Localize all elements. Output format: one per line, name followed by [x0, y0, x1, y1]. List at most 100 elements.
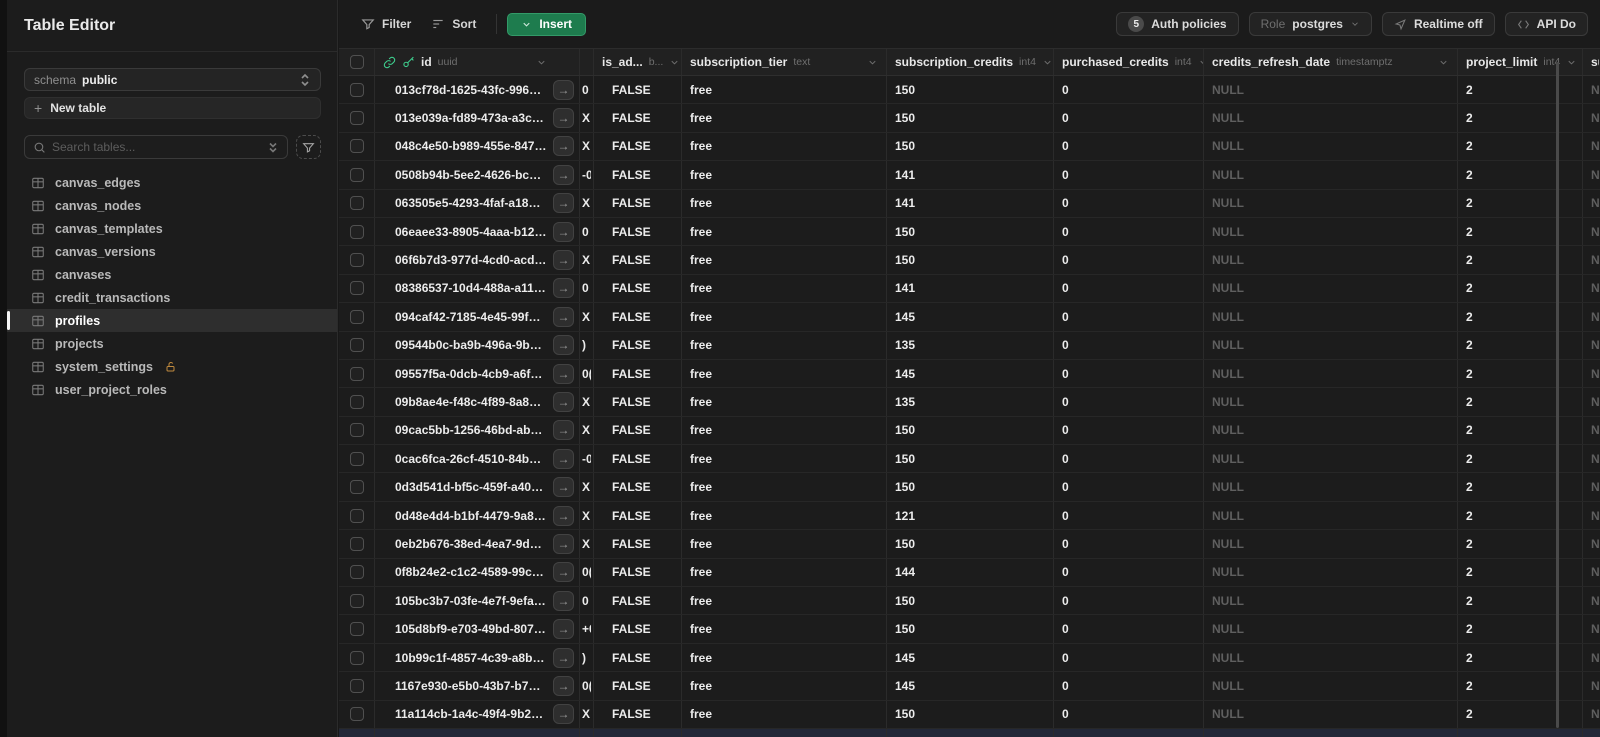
cell-project-limit[interactable]: 2: [1466, 423, 1473, 437]
cell-project-limit[interactable]: 2: [1466, 395, 1473, 409]
row-checkbox[interactable]: [349, 394, 364, 409]
cell-clipped-su[interactable]: NULL: [1591, 651, 1599, 665]
cell-subscription-tier[interactable]: free: [690, 111, 712, 125]
expand-row-button[interactable]: →: [553, 533, 574, 554]
expand-row-button[interactable]: →: [553, 647, 574, 668]
cell-credits-refresh-date[interactable]: NULL: [1212, 509, 1244, 523]
expand-row-button[interactable]: →: [553, 619, 574, 640]
expand-row-button[interactable]: →: [553, 221, 574, 242]
cell-clipped-su[interactable]: NULL: [1591, 83, 1599, 97]
cell-subscription-credits[interactable]: 150: [895, 225, 915, 239]
cell-project-limit[interactable]: 2: [1466, 509, 1473, 523]
auth-policies-button[interactable]: 5 Auth policies: [1116, 12, 1239, 36]
row-checkbox[interactable]: [349, 593, 364, 608]
expand-row-button[interactable]: →: [553, 335, 574, 356]
cell-id[interactable]: 11a114cb-1a4c-49f4-9b28-52219ec...: [395, 707, 547, 721]
sidebar-table-item[interactable]: system_settings: [7, 355, 337, 378]
cell-id[interactable]: 09557f5a-0dcb-4cb9-a6fb-fff366...: [395, 367, 547, 381]
cell-is-admin[interactable]: FALSE: [612, 111, 651, 125]
chevron-down-icon[interactable]: [1438, 57, 1449, 68]
sidebar-table-item[interactable]: canvas_nodes: [7, 194, 337, 217]
cell-clipped-su[interactable]: NULL: [1591, 196, 1599, 210]
cell-subscription-tier[interactable]: free: [690, 367, 712, 381]
cell-subscription-tier[interactable]: free: [690, 622, 712, 636]
cell-id[interactable]: 0d48e4d4-b1bf-4479-9a8b-4a4b...: [395, 509, 547, 523]
column-header-project-limit[interactable]: project_limit int4: [1458, 49, 1583, 75]
cell-purchased-credits[interactable]: 0: [1062, 679, 1069, 693]
cell-clipped[interactable]: X: [582, 509, 590, 523]
cell-purchased-credits[interactable]: 0: [1062, 509, 1069, 523]
cell-clipped-su[interactable]: NULL: [1591, 452, 1599, 466]
cell-id[interactable]: 08386537-10d4-488a-a11e-eb5a6...: [395, 281, 547, 295]
cell-clipped-su[interactable]: NULL: [1591, 423, 1599, 437]
cell-credits-refresh-date[interactable]: NULL: [1212, 139, 1244, 153]
cell-subscription-credits[interactable]: 150: [895, 253, 915, 267]
cell-subscription-credits[interactable]: 150: [895, 83, 915, 97]
filter-tables-button[interactable]: [296, 135, 321, 159]
cell-id[interactable]: 0508b94b-5ee2-4626-bca1-4bca...: [395, 168, 547, 182]
cell-is-admin[interactable]: FALSE: [612, 537, 651, 551]
cell-subscription-tier[interactable]: free: [690, 423, 712, 437]
double-chevron-down-icon[interactable]: [267, 141, 279, 154]
cell-credits-refresh-date[interactable]: NULL: [1212, 480, 1244, 494]
cell-subscription-credits[interactable]: 150: [895, 139, 915, 153]
cell-clipped[interactable]: 0(: [582, 565, 591, 579]
row-checkbox[interactable]: [349, 281, 364, 296]
cell-subscription-tier[interactable]: free: [690, 225, 712, 239]
cell-purchased-credits[interactable]: 0: [1062, 111, 1069, 125]
chevron-down-icon[interactable]: [867, 57, 878, 68]
cell-clipped[interactable]: 0: [582, 594, 589, 608]
cell-clipped[interactable]: ): [582, 338, 586, 352]
cell-clipped-su[interactable]: NULL: [1591, 367, 1599, 381]
cell-id[interactable]: 013cf78d-1625-43fc-9961-442189...: [395, 83, 547, 97]
cell-id[interactable]: 06eaee33-8905-4aaa-b121-ab552...: [395, 225, 547, 239]
cell-clipped[interactable]: -0: [582, 168, 591, 182]
cell-credits-refresh-date[interactable]: NULL: [1212, 537, 1244, 551]
vertical-scrollbar[interactable]: [1556, 62, 1559, 728]
cell-purchased-credits[interactable]: 0: [1062, 651, 1069, 665]
expand-row-button[interactable]: →: [553, 306, 574, 327]
expand-row-button[interactable]: →: [553, 420, 574, 441]
cell-subscription-tier[interactable]: free: [690, 196, 712, 210]
cell-subscription-credits[interactable]: 145: [895, 310, 915, 324]
cell-id[interactable]: 0cac6fca-26cf-4510-84ba-c4580...: [395, 452, 547, 466]
cell-clipped[interactable]: X: [582, 196, 590, 210]
cell-purchased-credits[interactable]: 0: [1062, 367, 1069, 381]
cell-project-limit[interactable]: 2: [1466, 281, 1473, 295]
cell-subscription-credits[interactable]: 150: [895, 707, 915, 721]
row-checkbox[interactable]: [349, 224, 364, 239]
cell-clipped[interactable]: ): [582, 651, 586, 665]
cell-purchased-credits[interactable]: 0: [1062, 83, 1069, 97]
cell-subscription-credits[interactable]: 150: [895, 594, 915, 608]
cell-project-limit[interactable]: 2: [1466, 225, 1473, 239]
expand-row-button[interactable]: →: [553, 590, 574, 611]
cell-clipped-su[interactable]: NULL: [1591, 139, 1599, 153]
column-header-id[interactable]: id uuid: [375, 49, 580, 75]
cell-subscription-credits[interactable]: 150: [895, 480, 915, 494]
cell-clipped[interactable]: +0: [582, 622, 591, 636]
cell-subscription-tier[interactable]: free: [690, 480, 712, 494]
cell-is-admin[interactable]: FALSE: [612, 338, 651, 352]
expand-row-button[interactable]: →: [553, 704, 574, 725]
cell-clipped-su[interactable]: NULL: [1591, 395, 1599, 409]
row-checkbox[interactable]: [349, 338, 364, 353]
cell-credits-refresh-date[interactable]: NULL: [1212, 367, 1244, 381]
sidebar-table-item[interactable]: profiles: [7, 309, 337, 332]
sidebar-table-item[interactable]: canvases: [7, 263, 337, 286]
cell-credits-refresh-date[interactable]: NULL: [1212, 707, 1244, 721]
cell-subscription-credits[interactable]: 145: [895, 651, 915, 665]
cell-clipped[interactable]: X: [582, 253, 590, 267]
cell-is-admin[interactable]: FALSE: [612, 480, 651, 494]
cell-project-limit[interactable]: 2: [1466, 168, 1473, 182]
cell-purchased-credits[interactable]: 0: [1062, 196, 1069, 210]
cell-purchased-credits[interactable]: 0: [1062, 537, 1069, 551]
cell-project-limit[interactable]: 2: [1466, 253, 1473, 267]
new-table-button[interactable]: + New table: [24, 97, 321, 119]
expand-row-button[interactable]: →: [553, 391, 574, 412]
cell-clipped-su[interactable]: NULL: [1591, 622, 1599, 636]
cell-project-limit[interactable]: 2: [1466, 310, 1473, 324]
api-docs-button[interactable]: API Do: [1504, 12, 1588, 36]
chevron-down-icon[interactable]: [1042, 57, 1053, 68]
cell-is-admin[interactable]: FALSE: [612, 423, 651, 437]
row-checkbox[interactable]: [349, 111, 364, 126]
